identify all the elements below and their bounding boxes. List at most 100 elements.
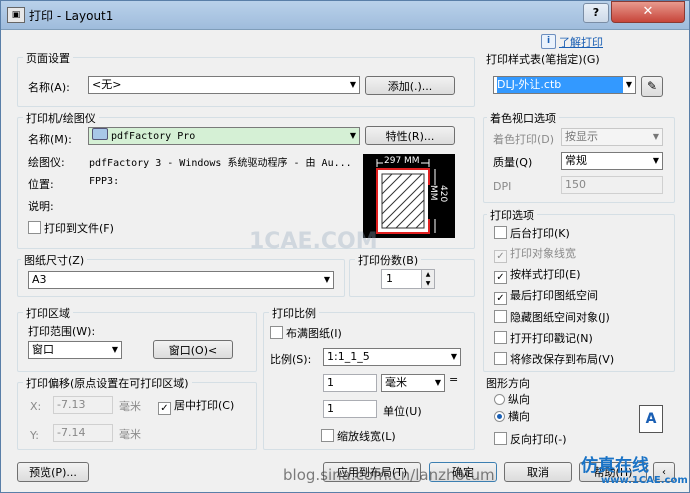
upside-down-checkbox[interactable]: 反向打印(-)	[494, 432, 567, 446]
plot-style-table-value: DLJ-外让.ctb	[497, 77, 623, 93]
plotter-name-label: 名称(M):	[28, 133, 72, 146]
copies-value: 1	[386, 272, 393, 285]
spin-up-icon[interactable]: ▲	[421, 270, 434, 279]
bottom-watermark: blog.sina.com.cn/lanzhotum	[283, 466, 495, 484]
portrait-radio[interactable]: 纵向	[494, 393, 530, 407]
window-title: 打印 - Layout1	[29, 9, 114, 23]
plot-option-checkbox[interactable]: ✓ 打印对象线宽	[494, 247, 576, 263]
checkbox-box	[494, 352, 507, 365]
dpi-label: DPI	[493, 180, 512, 193]
plot-option-label: 打开打印戳记(N)	[510, 332, 593, 345]
checkbox-box	[28, 221, 41, 234]
portrait-label: 纵向	[508, 393, 530, 406]
scale-value2-input[interactable]: 1	[323, 400, 377, 418]
offset-y-input[interactable]: -7.14	[53, 424, 113, 442]
cancel-button[interactable]: 取消	[504, 462, 572, 482]
page-setup-label: 页面设置	[23, 50, 73, 66]
chevron-down-icon: ▼	[323, 275, 330, 284]
page-setup-name-label: 名称(A):	[28, 81, 70, 94]
shade-plot-value: 按显示	[565, 130, 598, 143]
checkbox-box	[270, 326, 283, 339]
shaded-viewport-label: 着色视口选项	[487, 110, 559, 126]
paper-size-value: A3	[32, 273, 47, 286]
chevron-down-icon: ▼	[652, 132, 659, 141]
quality-value: 常规	[565, 154, 587, 167]
help-title-button[interactable]: ?	[583, 3, 609, 23]
plot-option-label: 将修改保存到布局(V)	[510, 353, 615, 366]
learn-print-link[interactable]: 了解打印	[559, 34, 603, 50]
checkbox-box	[494, 432, 507, 445]
scale-unit-value: 毫米	[385, 376, 407, 389]
plot-option-checkbox[interactable]: 打开打印戳记(N)	[494, 331, 593, 345]
chevron-down-icon: ▼	[349, 131, 356, 140]
add-page-setup-button[interactable]: 添加(.)...	[365, 76, 455, 95]
shade-plot-label: 着色打印(D)	[493, 133, 555, 146]
scale-lineweights-label: 缩放线宽(L)	[337, 430, 396, 443]
chevron-down-icon: ▼	[450, 352, 457, 361]
checkbox-box: ✓	[494, 250, 507, 263]
plotter-name-value: pdfFactory Pro	[111, 131, 196, 142]
upside-down-label: 反向打印(-)	[510, 433, 567, 446]
landscape-label: 横向	[508, 410, 530, 423]
brand-url-watermark: www.1CAE.com	[601, 475, 688, 486]
quality-select[interactable]: 常规 ▼	[561, 152, 663, 170]
page-setup-name-select[interactable]: <无> ▼	[88, 76, 360, 94]
checkbox-box: ✓	[494, 271, 507, 284]
plot-style-table-select[interactable]: DLJ-外让.ctb ▼	[493, 76, 636, 94]
checkbox-box	[321, 429, 334, 442]
offset-y-unit: 毫米	[119, 428, 141, 441]
shade-plot-select[interactable]: 按显示 ▼	[561, 128, 663, 146]
chevron-down-icon: ▼	[625, 80, 632, 89]
scale-value1-input[interactable]: 1	[323, 374, 377, 392]
plot-range-value: 窗口	[32, 343, 54, 356]
landscape-radio[interactable]: 横向	[494, 410, 530, 424]
scale-unit-label: 单位(U)	[383, 405, 422, 418]
window-pick-button[interactable]: 窗口(O)<	[153, 340, 233, 359]
location-value: FPP3:	[89, 176, 120, 187]
preview-width-dim: 297 MM	[383, 156, 421, 166]
plot-option-checkbox[interactable]: 后台打印(K)	[494, 226, 570, 240]
plot-option-label: 最后打印图纸空间	[510, 289, 598, 302]
offset-y-label: Y:	[30, 429, 39, 442]
plotter-name-select[interactable]: pdfFactory Pro ▼	[88, 127, 360, 145]
checkbox-box: ✓	[158, 402, 171, 415]
plotter-group-label: 打印机/绘图仪	[23, 110, 99, 126]
offset-x-input[interactable]: -7.13	[53, 396, 113, 414]
preview-button[interactable]: 预览(P)...	[17, 462, 89, 482]
close-button[interactable]: ✕	[611, 1, 685, 23]
edit-plot-style-button[interactable]: ✎	[641, 76, 663, 97]
chevron-down-icon: ▼	[652, 156, 659, 165]
info-icon: i	[541, 34, 556, 49]
plot-to-file-checkbox[interactable]: 打印到文件(F)	[28, 221, 114, 235]
quality-label: 质量(Q)	[493, 156, 533, 169]
plot-scale-label: 打印比例	[269, 305, 319, 321]
copies-spinner[interactable]: 1 ▲ ▼	[381, 269, 435, 289]
scale-unit-select[interactable]: 毫米 ▼	[381, 374, 445, 392]
properties-button[interactable]: 特性(R)...	[365, 126, 455, 145]
plot-option-checkbox[interactable]: ✓ 最后打印图纸空间	[494, 289, 598, 305]
checkbox-box	[494, 310, 507, 323]
center-plot-checkbox[interactable]: ✓ 居中打印(C)	[158, 399, 235, 415]
plot-option-label: 按样式打印(E)	[510, 268, 581, 281]
scale-label: 比例(S):	[270, 353, 312, 366]
fit-to-paper-checkbox[interactable]: 布满图纸(I)	[270, 326, 342, 340]
plot-option-checkbox[interactable]: 将修改保存到布局(V)	[494, 352, 614, 366]
checkbox-box	[494, 331, 507, 344]
plotter-label: 绘图仪:	[28, 156, 65, 169]
copies-label: 打印份数(B)	[355, 252, 422, 268]
scale-lineweights-checkbox[interactable]: 缩放线宽(L)	[321, 429, 396, 443]
plot-range-select[interactable]: 窗口 ▼	[28, 341, 122, 359]
center-plot-label: 居中打印(C)	[174, 399, 235, 412]
plot-option-checkbox[interactable]: ✓ 按样式打印(E)	[494, 268, 581, 284]
plot-option-label: 后台打印(K)	[510, 227, 570, 240]
dpi-input[interactable]: 150	[561, 176, 663, 194]
orientation-label: 图形方向	[486, 377, 530, 390]
plot-option-checkbox[interactable]: 隐藏图纸空间对象(J)	[494, 310, 610, 324]
chevron-down-icon: ▼	[434, 378, 441, 387]
spin-down-icon[interactable]: ▼	[421, 279, 434, 288]
paper-size-select[interactable]: A3 ▼	[28, 271, 334, 289]
scale-select[interactable]: 1:1_1_5 ▼	[323, 348, 461, 366]
plot-options-label: 打印选项	[487, 207, 537, 223]
offset-x-label: X:	[30, 400, 42, 413]
offset-x-unit: 毫米	[119, 400, 141, 413]
